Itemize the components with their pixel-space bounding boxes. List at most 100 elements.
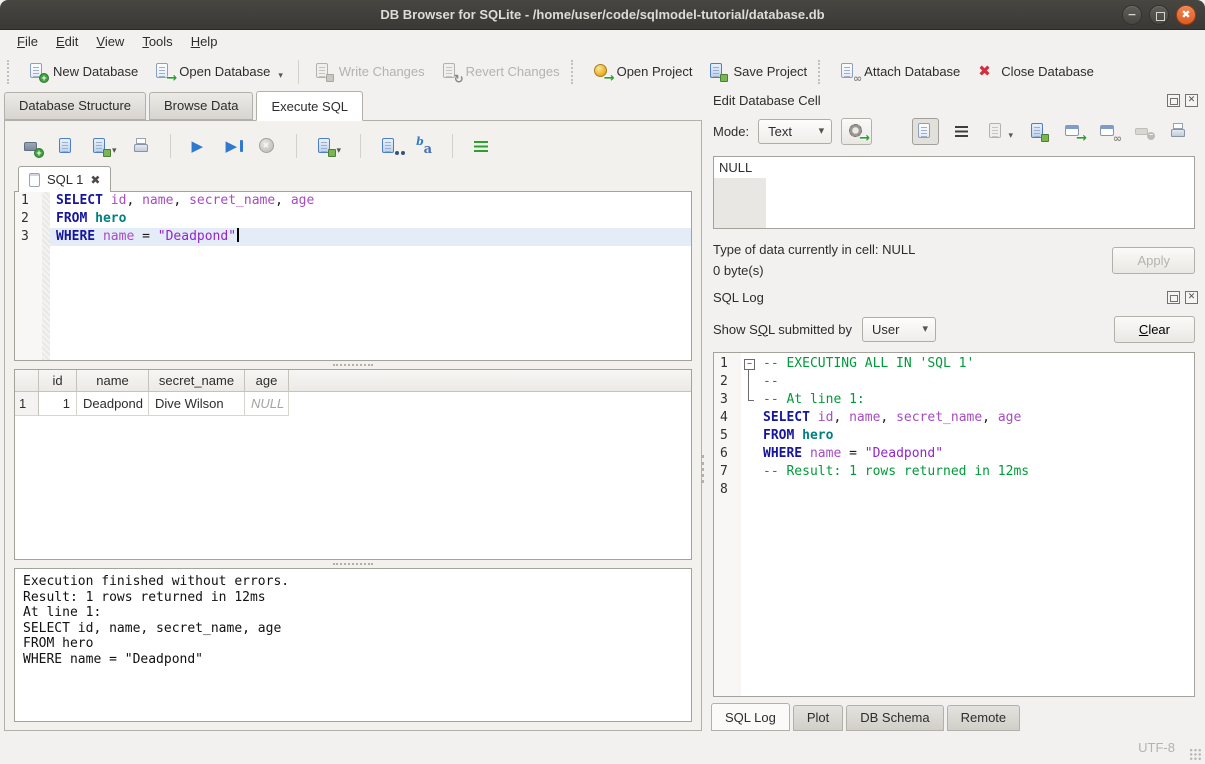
token — [103, 193, 111, 208]
save-sql-file-button[interactable]: ▾ — [88, 134, 120, 159]
sql-subtab-bar: SQL 1 ✖ — [14, 163, 692, 192]
tab-browse-data[interactable]: Browse Data — [149, 92, 253, 120]
tab-execute-sql[interactable]: Execute SQL — [256, 91, 363, 121]
cell-mode-row: Mode: Text → ▾→∞− — [707, 111, 1201, 149]
editor-line: 1-- EXECUTING ALL IN 'SQL 1' — [714, 355, 1194, 373]
open-database-button[interactable]: →Open Database▾ — [146, 57, 291, 86]
auto-mode-button[interactable]: → — [841, 118, 872, 145]
sql-tab[interactable]: SQL 1 ✖ — [18, 166, 111, 192]
save-project-button[interactable]: Save Project — [700, 57, 815, 86]
column-header-id[interactable]: id — [39, 370, 77, 391]
toolbar-handle[interactable] — [818, 60, 825, 84]
tab-database-structure[interactable]: Database Structure — [4, 92, 146, 120]
cell-secret-name[interactable]: Dive Wilson — [149, 392, 245, 416]
line-number: 3 — [714, 391, 741, 409]
toolbar-handle[interactable] — [571, 60, 578, 84]
cell-id[interactable]: 1 — [39, 392, 77, 416]
save-file-button[interactable] — [1026, 119, 1051, 144]
replace-button[interactable]: ba — [411, 134, 436, 159]
cell-editor[interactable]: NULL — [713, 156, 1195, 229]
splitter-handle[interactable] — [14, 560, 692, 568]
close-panel-icon[interactable]: ✕ — [1185, 94, 1198, 107]
close-button[interactable]: ✖ — [1176, 5, 1196, 25]
open-project-button[interactable]: →Open Project — [584, 57, 701, 86]
tab-db-schema[interactable]: DB Schema — [846, 705, 943, 731]
editor-line: 7-- Result: 1 rows returned in 12ms — [714, 463, 1194, 481]
column-header-name[interactable]: name — [77, 370, 149, 391]
minimize-button[interactable]: − — [1122, 5, 1142, 25]
token — [810, 410, 818, 425]
sql-log-editor[interactable]: 1-- EXECUTING ALL IN 'SQL 1'2--3-- At li… — [713, 352, 1195, 697]
code-text: SELECT id, name, secret_name, age — [757, 409, 1194, 427]
new-sql-tab-button[interactable]: + — [20, 134, 45, 159]
clear-button[interactable]: Clear — [1114, 316, 1195, 343]
execution-message[interactable]: Execution finished without errors.Result… — [14, 568, 692, 722]
dropdown-caret-icon[interactable]: ▾ — [337, 145, 342, 156]
submitted-by-select[interactable]: User — [862, 317, 936, 342]
close-database-button[interactable]: ✖Close Database — [968, 57, 1102, 86]
word-wrap-button[interactable] — [949, 119, 974, 144]
format-sql-button[interactable] — [469, 134, 494, 159]
mode-select[interactable]: Text — [758, 119, 832, 144]
row-number[interactable]: 1 — [15, 392, 39, 416]
toolbar-button-label: Open Database — [179, 64, 270, 79]
copy-link-button[interactable]: ∞ — [1096, 119, 1121, 144]
attach-database-button[interactable]: ∞Attach Database — [831, 57, 968, 86]
open-external-button[interactable]: → — [1061, 119, 1086, 144]
column-header-age[interactable]: age — [245, 370, 289, 391]
menu-help[interactable]: Help — [182, 31, 227, 52]
titlebar[interactable]: DB Browser for SQLite - /home/user/code/… — [0, 0, 1205, 30]
export-results-button[interactable]: ▾ — [313, 134, 345, 159]
splitter-handle[interactable] — [14, 361, 692, 369]
new-database-button[interactable]: +New Database — [20, 57, 146, 86]
main-toolbar: +New Database→Open Database▾Write Change… — [0, 53, 1205, 90]
tab-plot[interactable]: Plot — [793, 705, 843, 731]
token: name — [810, 446, 841, 461]
fold-marker[interactable] — [741, 373, 757, 391]
execute-all-button[interactable]: ▶ — [187, 134, 212, 159]
execute-sql-panel: + ▾ ▶ ▶ ✖ ▾ ba SQL 1 ✖ 1SELECT id, name, secre… — [4, 120, 702, 731]
fold-marker[interactable] — [741, 391, 757, 409]
sql-editor[interactable]: 1SELECT id, name, secret_name, age2FROM … — [14, 192, 692, 361]
revert-changes-icon: ↻ — [441, 62, 460, 81]
maximize-button[interactable] — [1149, 5, 1169, 25]
column-header-secret-name[interactable]: secret_name — [149, 370, 245, 391]
text-cursor — [237, 228, 239, 242]
cell-name[interactable]: Deadpond — [77, 392, 149, 416]
close-tab-icon[interactable]: ✖ — [90, 174, 100, 186]
close-database-icon: ✖ — [976, 62, 995, 81]
resize-grip[interactable] — [1189, 748, 1202, 761]
code-text: -- EXECUTING ALL IN 'SQL 1' — [757, 355, 1194, 373]
execute-current-line-button[interactable]: ▶ — [221, 134, 246, 159]
apply-button: Apply — [1112, 247, 1195, 274]
pane-splitter[interactable] — [701, 455, 705, 483]
cell-age[interactable]: NULL — [245, 392, 289, 416]
token: secret_name — [896, 410, 982, 425]
text-document-button[interactable] — [912, 118, 939, 145]
menu-edit[interactable]: Edit — [47, 31, 87, 52]
tab-sql-log[interactable]: SQL Log — [711, 703, 790, 731]
find-button[interactable] — [377, 134, 402, 159]
toolbar-button-label: Write Changes — [339, 64, 425, 79]
sql-toolbar: +▾▶▶✖▾ba — [14, 129, 692, 163]
fold-margin — [741, 409, 757, 427]
menu-file[interactable]: File — [8, 31, 47, 52]
float-panel-icon[interactable] — [1167, 94, 1180, 107]
float-panel-icon[interactable] — [1167, 291, 1180, 304]
word-wrap-icon — [952, 122, 971, 141]
dropdown-caret-icon[interactable]: ▾ — [278, 70, 283, 81]
menu-view[interactable]: View — [87, 31, 133, 52]
line-number: 2 — [15, 210, 42, 228]
fold-marker[interactable] — [741, 355, 757, 373]
open-sql-file-button[interactable] — [54, 134, 79, 159]
dropdown-caret-icon[interactable]: ▾ — [112, 145, 117, 156]
print-sql-button[interactable] — [129, 134, 154, 159]
close-panel-icon[interactable]: ✕ — [1185, 291, 1198, 304]
toolbar-handle[interactable] — [7, 60, 14, 84]
print-cell-button[interactable] — [1166, 119, 1191, 144]
print-sql-icon — [132, 137, 151, 156]
menu-tools[interactable]: Tools — [133, 31, 181, 52]
dropdown-caret-icon[interactable]: ▾ — [1008, 130, 1013, 141]
fold-margin — [741, 427, 757, 445]
tab-remote[interactable]: Remote — [947, 705, 1021, 731]
